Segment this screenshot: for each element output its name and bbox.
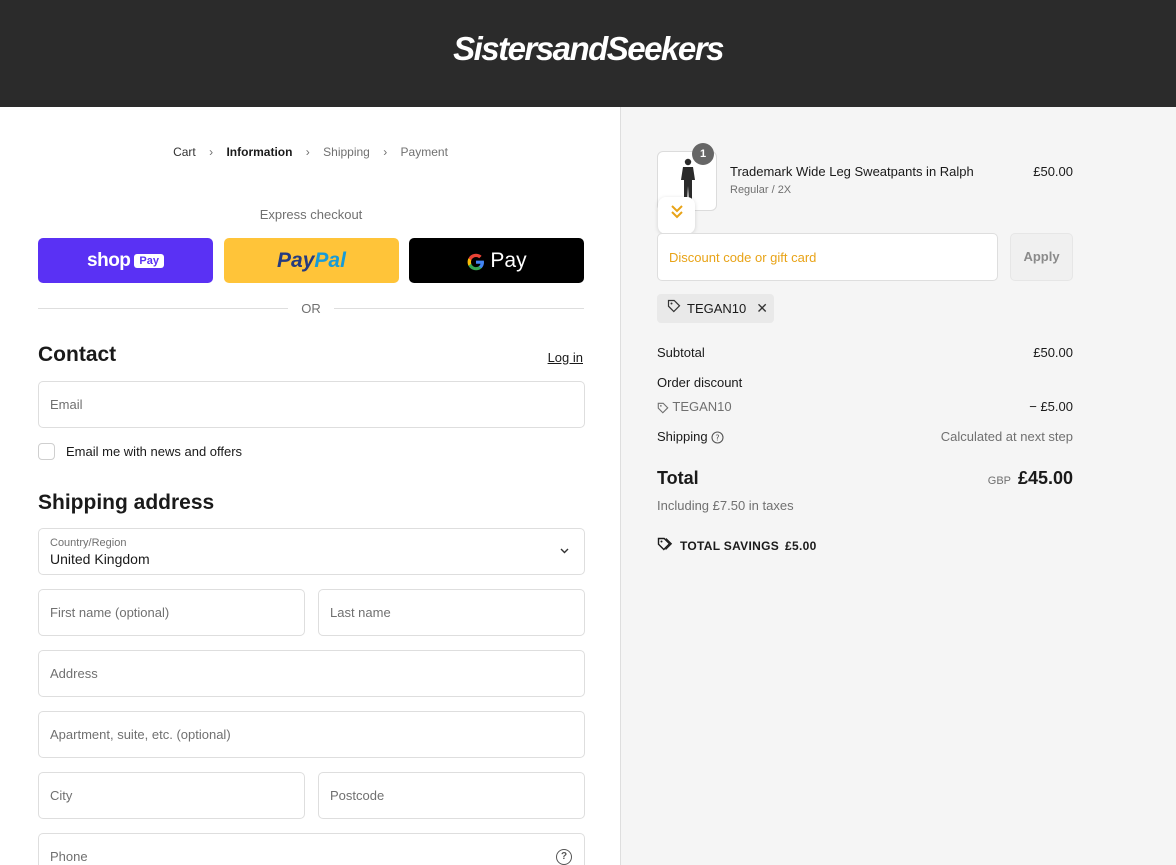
shipping-address-heading: Shipping address	[38, 491, 215, 514]
help-icon[interactable]: ?	[556, 849, 572, 865]
breadcrumb-payment: Payment	[400, 145, 448, 159]
phone-field[interactable]: Phone ?	[38, 833, 585, 865]
apply-discount-button[interactable]: Apply	[1010, 233, 1073, 281]
breadcrumb: Cart › Information › Shipping › Payment	[0, 145, 621, 159]
country-select[interactable]: Country/Region United Kingdom	[38, 528, 585, 575]
apartment-placeholder: Apartment, suite, etc. (optional)	[50, 727, 231, 742]
order-summary-column: 1 Trademark Wide Leg Sweatpants in Ralph…	[621, 107, 1176, 865]
chevron-right-icon: ›	[383, 145, 388, 159]
google-g-icon	[466, 248, 486, 274]
postcode-field[interactable]: Postcode	[318, 772, 585, 819]
breadcrumb-cart[interactable]: Cart	[173, 145, 196, 159]
apartment-field[interactable]: Apartment, suite, etc. (optional)	[38, 711, 585, 758]
total-savings: TOTAL SAVINGS £5.00	[657, 537, 817, 554]
product-variant: Regular / 2X	[730, 184, 792, 196]
google-pay-label: Pay	[490, 248, 527, 272]
discount-code-detail: TEGAN10	[657, 399, 732, 414]
newsletter-checkbox[interactable]	[38, 443, 55, 460]
subtotal-row: Subtotal £50.00	[657, 345, 1073, 360]
discount-code-text: TEGAN10	[672, 399, 732, 414]
order-discount-row: Order discount	[657, 375, 1073, 390]
product-price: £50.00	[1033, 164, 1073, 179]
paypal-logo-pay: Pay	[277, 248, 315, 272]
shipping-label: Shipping	[657, 429, 708, 444]
phone-placeholder: Phone	[50, 849, 88, 864]
discount-placeholder: Discount code or gift card	[669, 250, 817, 265]
remove-discount-icon[interactable]: ✕	[756, 300, 768, 317]
newsletter-option[interactable]: Email me with news and offers	[38, 443, 242, 460]
country-value: United Kingdom	[50, 551, 150, 567]
email-placeholder: Email	[50, 397, 83, 412]
quantity-badge: 1	[692, 143, 714, 165]
divider-line	[334, 308, 584, 309]
site-header: SistersandSeekers	[0, 0, 1176, 107]
chevron-right-icon: ›	[209, 145, 214, 159]
order-discount-label: Order discount	[657, 375, 743, 390]
paypal-logo-pal: Pal	[314, 248, 346, 272]
tag-icon	[657, 399, 669, 414]
shop-pay-logo: shop	[87, 249, 131, 271]
postcode-placeholder: Postcode	[330, 788, 385, 803]
address-field[interactable]: Address	[38, 650, 585, 697]
newsletter-label: Email me with news and offers	[66, 444, 243, 459]
shop-pay-badge: Pay	[134, 253, 164, 268]
subtotal-label: Subtotal	[657, 345, 705, 360]
chevron-down-icon	[559, 545, 570, 559]
savings-value: £5.00	[785, 538, 817, 553]
city-field[interactable]: City	[38, 772, 305, 819]
discount-detail-row: TEGAN10 − £5.00	[657, 399, 1073, 414]
svg-text:?: ?	[716, 433, 720, 442]
chevron-right-icon: ›	[305, 145, 310, 159]
last-name-field[interactable]: Last name	[318, 589, 585, 636]
google-pay-button[interactable]: Pay	[409, 238, 584, 283]
first-name-field[interactable]: First name (optional)	[38, 589, 305, 636]
taxes-note: Including £7.50 in taxes	[657, 498, 794, 513]
shipping-value: Calculated at next step	[940, 429, 1073, 444]
store-logo[interactable]: SistersandSeekers	[0, 30, 1176, 68]
contact-heading: Contact	[38, 343, 117, 366]
login-link[interactable]: Log in	[548, 350, 583, 365]
or-divider: OR	[38, 300, 584, 316]
email-field[interactable]: Email	[38, 381, 585, 428]
help-icon[interactable]: ?	[711, 429, 724, 444]
checkout-form-column: Cart › Information › Shipping › Payment …	[0, 107, 621, 865]
discount-value: − £5.00	[1029, 399, 1073, 414]
shop-pay-button[interactable]: shop Pay	[38, 238, 213, 283]
city-placeholder: City	[50, 788, 73, 803]
shipping-row: Shipping ? Calculated at next step	[657, 429, 1073, 444]
chevron-double-down-icon[interactable]	[658, 197, 695, 234]
address-placeholder: Address	[50, 666, 98, 681]
tag-icon	[667, 299, 681, 318]
applied-discount-chip: TEGAN10 ✕	[657, 294, 774, 323]
total-row: Total GBP £45.00	[657, 468, 1073, 489]
savings-label: TOTAL SAVINGS	[680, 538, 780, 553]
applied-discount-code: TEGAN10	[687, 301, 747, 316]
total-value: £45.00	[1017, 468, 1073, 488]
breadcrumb-shipping: Shipping	[323, 145, 370, 159]
total-currency: GBP	[987, 475, 1011, 487]
country-label: Country/Region	[50, 537, 127, 549]
first-name-placeholder: First name (optional)	[50, 605, 170, 620]
product-name: Trademark Wide Leg Sweatpants in Ralph	[730, 164, 974, 179]
discount-code-input[interactable]: Discount code or gift card	[657, 233, 998, 281]
total-label: Total	[657, 468, 699, 488]
last-name-placeholder: Last name	[330, 605, 391, 620]
savings-tag-icon	[657, 537, 673, 554]
breadcrumb-information: Information	[226, 145, 293, 159]
paypal-button[interactable]: Pay Pal	[224, 238, 399, 283]
express-checkout-label: Express checkout	[259, 207, 363, 222]
subtotal-value: £50.00	[1033, 345, 1073, 360]
